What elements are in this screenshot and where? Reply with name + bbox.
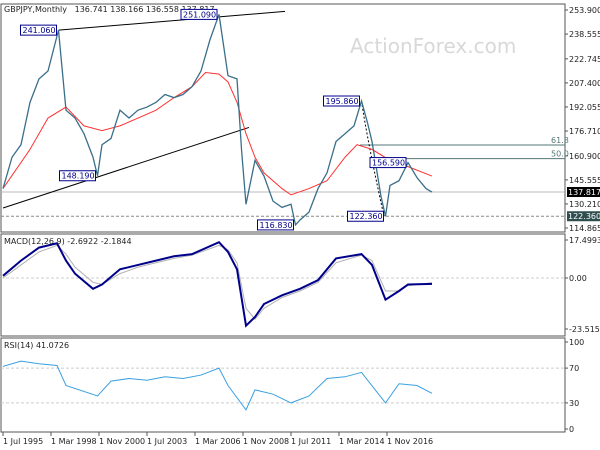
chart-window: GBPJPY,Monthly 136.741 138.166 136.558 1…: [0, 0, 600, 450]
y-tick-label: 145.555: [569, 176, 600, 185]
x-tick-label: 1 Jul 2003: [147, 437, 187, 446]
x-tick-label: 1 Nov 2016: [387, 437, 433, 446]
y-tick-label: 222.745: [569, 55, 600, 64]
y-tick-label: 30: [569, 399, 579, 408]
annotation-label: 241.060: [23, 26, 56, 35]
pane-price: [0, 3, 566, 233]
y-tick-label: 253.900: [569, 6, 600, 15]
fib-label: 50.0: [551, 150, 569, 159]
x-tick-label: 1 Jul 2011: [291, 437, 331, 446]
price-line: [2, 14, 433, 227]
y-tick-label: -23.5153: [569, 325, 600, 334]
annotation-label: 122.360: [350, 212, 383, 221]
y-tick-label: 238.555: [569, 30, 600, 39]
y-tick-label: 176.710: [569, 127, 600, 136]
chart-canvas: 253.900 238.555 222.745 207.400 192.055 176.7…: [0, 3, 600, 446]
annotation-label: 251.090: [183, 10, 216, 19]
y-tick-label: 207.400: [569, 79, 600, 88]
macd-line: [2, 240, 433, 328]
x-tick-label: 1 Jul 1995: [3, 437, 43, 446]
annotation-label: 148.190: [62, 172, 95, 181]
y-tick-label: 0: [569, 425, 574, 434]
trendline: [58, 10, 286, 31]
macd-signal-line: [2, 244, 433, 320]
annotation-label: 156.590: [372, 159, 405, 168]
y-tick-label: 160.900: [569, 152, 600, 161]
y-tick-label: 100: [569, 338, 584, 347]
annotation-label: 195.860: [326, 97, 359, 106]
y-tick-label: 114.865: [569, 224, 600, 233]
y-tick-label: 70: [569, 364, 579, 373]
x-tick-label: 1 Nov 2000: [99, 437, 145, 446]
pane-rsi: [0, 337, 566, 433]
x-tick-label: 1 Nov 2008: [243, 437, 289, 446]
x-tick-label: 1 Mar 2014: [339, 437, 385, 446]
pane-macd: [0, 233, 566, 337]
y-tick-label: 17.4993: [569, 236, 600, 245]
y-tick-label: 192.055: [569, 103, 600, 112]
price-tag-label: 122.360: [568, 212, 600, 221]
x-tick-label: 1 Mar 1998: [51, 437, 97, 446]
price-tag-label: 137.817: [568, 188, 600, 197]
annotation-label: 116.830: [260, 221, 293, 230]
x-tick-label: 1 Mar 2006: [195, 437, 241, 446]
fib-label: 61.8: [551, 136, 569, 145]
trendline: [2, 126, 250, 209]
y-tick-label: 130.210: [569, 200, 600, 209]
y-tick-label: 0.00: [569, 274, 587, 283]
